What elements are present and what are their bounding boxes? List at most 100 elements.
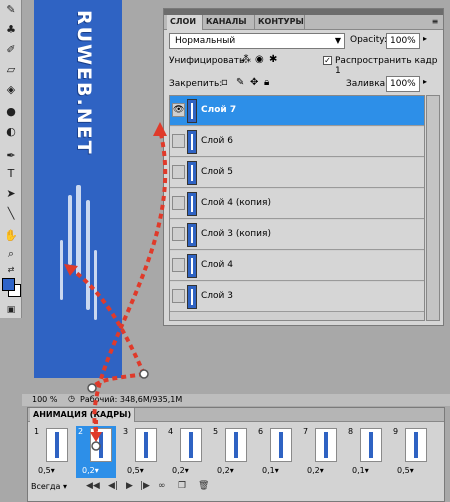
pen-icon[interactable]: ✒ (3, 148, 19, 164)
layer-row[interactable]: Слой 4 (копия) (170, 189, 424, 219)
frame-delay-select[interactable]: 0,1▾ (262, 466, 279, 475)
propagate-frame-checkbox[interactable]: ✓ (323, 56, 332, 65)
animation-frame[interactable]: 6 0,1▾ (256, 426, 296, 478)
tab-channels[interactable]: КАНАЛЫ (203, 15, 255, 30)
play-icon[interactable]: ▶ (126, 481, 133, 491)
lock-label: Закрепить: (169, 79, 223, 89)
frame-number: 3 (123, 427, 129, 436)
frame-delay-select[interactable]: 0,2▾ (307, 466, 324, 475)
fill-input[interactable]: 100% (386, 76, 420, 92)
document-info-icon[interactable]: ◷ (68, 394, 75, 403)
visibility-toggle[interactable] (172, 258, 185, 272)
animation-panel: АНИМАЦИЯ (КАДРЫ) 1 0,5▾ 2 0,2▾ 3 0,5▾ 4 … (27, 407, 445, 502)
blur-icon[interactable]: ● (3, 104, 19, 120)
document-canvas-area[interactable]: RUWEB.NET (22, 0, 162, 392)
next-frame-icon[interactable]: |▶ (140, 481, 150, 491)
first-frame-icon[interactable]: ◀◀ (86, 481, 100, 491)
layer-row[interactable]: Слой 3 (170, 282, 424, 312)
chevron-down-icon: ▼ (334, 36, 341, 45)
frame-thumbnail (270, 428, 292, 462)
zoom-level[interactable]: 100 % (32, 395, 57, 404)
layer-name: Слой 5 (201, 167, 233, 177)
layer-row[interactable]: Слой 6 (170, 127, 424, 157)
unify-position-icon[interactable]: ⁂ (241, 54, 251, 65)
panel-menu-icon[interactable]: ≡ (429, 16, 441, 28)
lock-position-icon[interactable]: ✥ (250, 77, 258, 88)
swap-colors-icon[interactable]: ⇄ (3, 262, 19, 278)
stamp-icon[interactable]: ♣ (3, 22, 19, 38)
history-brush-icon[interactable]: ✐ (3, 42, 19, 58)
animation-frame[interactable]: 5 0,2▾ (211, 426, 251, 478)
lock-pixels-icon[interactable]: ✎ (236, 77, 244, 88)
eye-icon[interactable]: 👁︎ (172, 103, 185, 117)
visibility-toggle[interactable] (172, 165, 185, 179)
blend-mode-select[interactable]: Нормальный ▼ (169, 33, 345, 49)
bucket-icon[interactable]: ◈ (3, 82, 19, 98)
propagate-frame-label: Распространить кадр 1 (335, 56, 438, 76)
frame-delay-select[interactable]: 0,2▾ (172, 466, 189, 475)
animation-frame[interactable]: 7 0,2▾ (301, 426, 341, 478)
layer-row[interactable]: 👁︎ Слой 7 (170, 96, 424, 126)
unify-visibility-icon[interactable]: ◉ (255, 54, 264, 65)
frame-delay-select[interactable]: 0,2▾ (217, 466, 234, 475)
document-info: Рабочий: 348,6M/935,1M (80, 395, 183, 404)
zoom-icon[interactable]: ⌕ (3, 246, 19, 262)
opacity-input[interactable]: 100% (386, 33, 420, 49)
frame-delay-select[interactable]: 0,5▾ (38, 466, 55, 475)
delete-frame-icon[interactable]: 🗑︎ (198, 481, 209, 491)
layer-row[interactable]: Слой 3 (копия) (170, 220, 424, 250)
animation-frame[interactable]: 8 0,1▾ (346, 426, 386, 478)
frame-delay-select[interactable]: 0,5▾ (127, 466, 144, 475)
animation-tab-bar: АНИМАЦИЯ (КАДРЫ) (28, 408, 444, 422)
animation-frame[interactable]: 3 0,5▾ (121, 426, 161, 478)
frame-delay-select[interactable]: 0,1▾ (352, 466, 369, 475)
eraser-icon[interactable]: ▱ (3, 62, 19, 78)
unify-style-icon[interactable]: ✱ (269, 54, 277, 65)
frame-number: 7 (303, 427, 309, 436)
light-streak (86, 200, 90, 310)
brush-icon[interactable]: ✎ (3, 2, 19, 18)
animation-frame[interactable]: 9 0,5▾ (391, 426, 431, 478)
quick-mask-icon[interactable]: ▣ (3, 302, 19, 318)
foreground-color-swatch[interactable] (2, 278, 15, 291)
hand-icon[interactable]: ✋ (3, 228, 19, 244)
lock-transparency-icon[interactable]: ▫ (221, 77, 228, 88)
layer-thumbnail (187, 192, 197, 216)
fill-slider-arrow-icon[interactable]: ▸ (423, 77, 427, 86)
canvas-logo-text: RUWEB.NET (73, 10, 95, 156)
frame-thumbnail (46, 428, 68, 462)
path-select-icon[interactable]: ➤ (3, 186, 19, 202)
frame-number: 5 (213, 427, 219, 436)
visibility-toggle[interactable] (172, 289, 185, 303)
duplicate-frame-icon[interactable]: ❐ (178, 481, 186, 491)
loop-options-select[interactable]: Всегда ▾ (31, 482, 67, 491)
light-streak (68, 195, 72, 265)
layer-row[interactable]: Слой 4 (170, 251, 424, 281)
animation-frame[interactable]: 1 0,5▾ (32, 426, 72, 478)
frame-number: 9 (393, 427, 399, 436)
visibility-toggle[interactable] (172, 134, 185, 148)
fill-label: Заливка: (346, 79, 389, 89)
layer-list-scrollbar[interactable] (426, 95, 440, 321)
opacity-slider-arrow-icon[interactable]: ▸ (423, 34, 427, 43)
line-icon[interactable]: ╲ (3, 206, 19, 222)
frame-delay-select[interactable]: 0,2▾ (82, 466, 99, 475)
frame-number: 2 (78, 427, 84, 436)
visibility-toggle[interactable] (172, 196, 185, 210)
dodge-icon[interactable]: ◐ (3, 124, 19, 140)
type-icon[interactable]: T (3, 166, 19, 182)
tab-layers[interactable]: СЛОИ (167, 15, 203, 30)
opacity-label: Opacity: (350, 35, 387, 45)
lock-all-icon[interactable]: 🔒︎ (264, 77, 269, 88)
layer-row[interactable]: Слой 5 (170, 158, 424, 188)
animation-frame[interactable]: 4 0,2▾ (166, 426, 206, 478)
layer-name: Слой 3 (201, 291, 233, 301)
tab-paths[interactable]: КОНТУРЫ (255, 15, 305, 30)
tween-icon[interactable]: ∞ (158, 481, 166, 491)
tab-animation-frames[interactable]: АНИМАЦИЯ (КАДРЫ) (30, 408, 136, 422)
frame-delay-select[interactable]: 0,5▾ (397, 466, 414, 475)
layer-name: Слой 4 (копия) (201, 198, 271, 208)
animation-frame[interactable]: 2 0,2▾ (76, 426, 116, 478)
visibility-toggle[interactable] (172, 227, 185, 241)
previous-frame-icon[interactable]: ◀| (108, 481, 118, 491)
